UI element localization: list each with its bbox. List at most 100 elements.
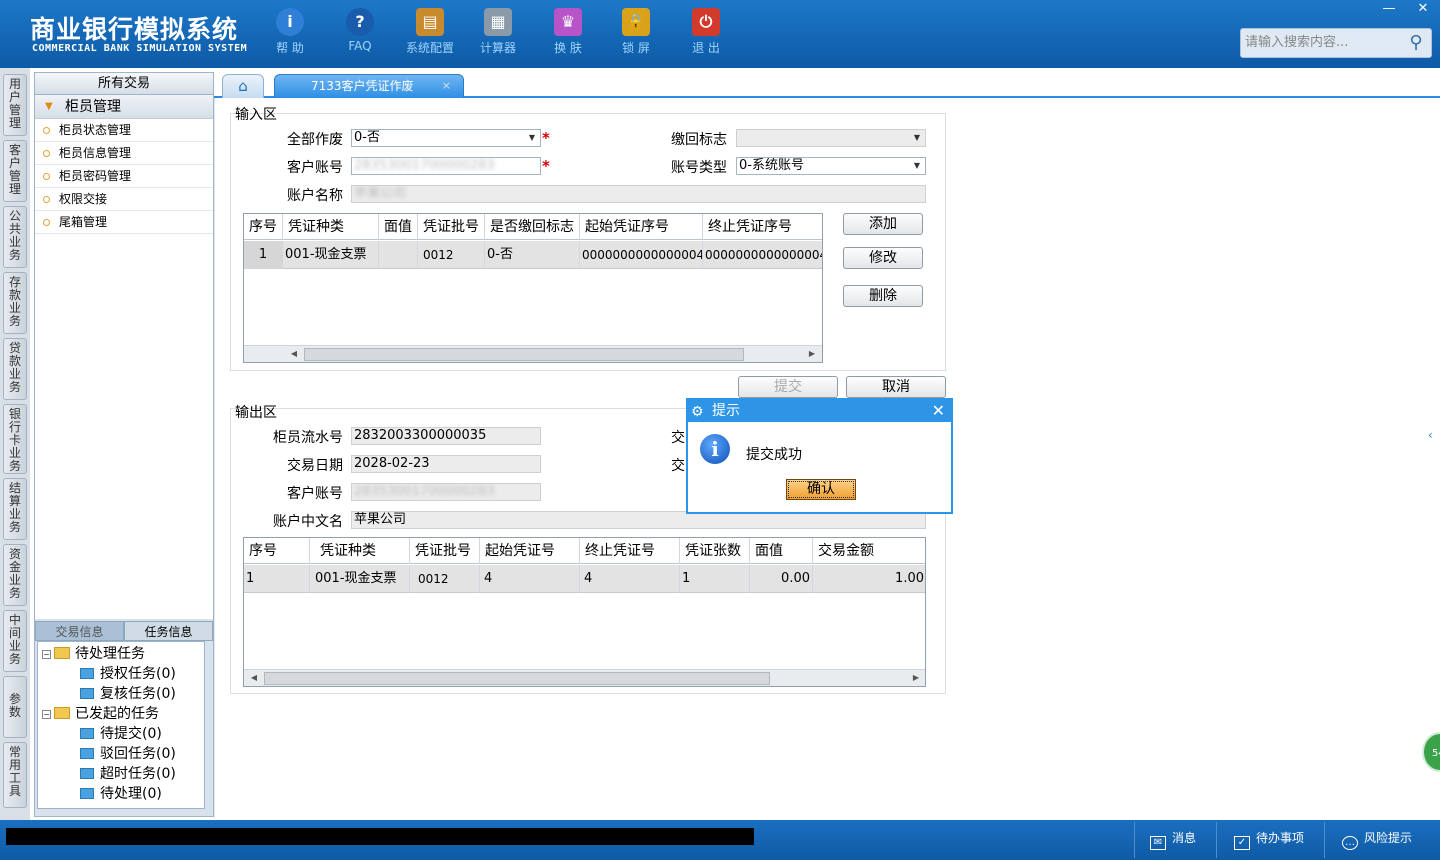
table-row[interactable]: 1 001-现金支票 0012 4 4 1 0.00 1.00 xyxy=(244,565,925,593)
modify-button[interactable]: 修改 xyxy=(843,247,923,269)
collapse-icon[interactable]: − xyxy=(42,650,51,659)
input-area-title: 输入区 xyxy=(235,107,277,123)
vtab-funds[interactable]: 资金业务 xyxy=(3,544,27,606)
vtab-tools[interactable]: 常用工具 xyxy=(3,742,27,808)
lock-screen-button[interactable]: 🔒 锁 屏 xyxy=(606,8,666,56)
add-button[interactable]: 添加 xyxy=(843,213,923,235)
col-header: 序号 xyxy=(244,214,283,240)
table-row[interactable]: 1 001-现金支票 0012 0-否 0000000000000004 000… xyxy=(244,241,822,269)
cancel-button[interactable]: 取消 xyxy=(846,376,946,398)
vtab-deposit[interactable]: 存款业务 xyxy=(3,272,27,334)
tree-node-review[interactable]: 复核任务(0) xyxy=(80,684,176,704)
folder-icon xyxy=(54,707,70,719)
grid-header: 序号 凭证种类 凭证批号 起始凭证号 终止凭证号 凭证张数 面值 交易金额 xyxy=(244,538,925,564)
checkbox-icon: ✓ xyxy=(1234,836,1250,850)
minimize-button[interactable]: — xyxy=(1372,0,1406,18)
menu-item-teller-password[interactable]: 柜员密码管理 xyxy=(35,165,213,188)
col-header: 终止凭证号 xyxy=(580,538,680,564)
vtab-customer-management[interactable]: 客户管理 xyxy=(3,140,27,202)
recover-flag-select[interactable]: ▼ xyxy=(736,129,926,147)
delete-button[interactable]: 删除 xyxy=(843,285,923,307)
cell-batch: 0012 xyxy=(410,565,480,593)
submit-button[interactable]: 提交 xyxy=(738,376,838,398)
cell-voucher-type: 001-现金支票 xyxy=(283,241,379,269)
account-type-select[interactable]: 0-系统账号 ▼ xyxy=(736,157,926,175)
date-label: 交易日期 xyxy=(287,458,343,474)
status-bar: ✉ 消息 ✓ 待办事项 … 风险提示 xyxy=(0,820,1440,860)
cell-recover-flag: 0-否 xyxy=(485,241,580,269)
tree-node-rejected[interactable]: 驳回任务(0) xyxy=(80,744,176,764)
vtab-settlement[interactable]: 结算业务 xyxy=(3,478,27,540)
vtab-loan[interactable]: 贷款业务 xyxy=(3,338,27,400)
all-void-select[interactable]: 0-否 ▼ xyxy=(351,129,541,147)
horizontal-scrollbar[interactable]: ◀ ▶ xyxy=(244,669,925,686)
scroll-left-icon[interactable]: ◀ xyxy=(286,346,302,362)
task-icon xyxy=(80,788,94,799)
tree-node-to-submit[interactable]: 待提交(0) xyxy=(80,724,162,744)
tree-node-auth[interactable]: 授权任务(0) xyxy=(80,664,176,684)
search-input[interactable]: 请输入搜索内容... ⚲ xyxy=(1240,28,1432,58)
dropdown-arrow-icon[interactable]: ▼ xyxy=(909,158,925,174)
tab-task-info[interactable]: 任务信息 xyxy=(124,621,213,641)
account-input[interactable]: 28353001700000283 xyxy=(351,157,541,175)
menu-item-teller-status[interactable]: 柜员状态管理 xyxy=(35,119,213,142)
dropdown-arrow-icon[interactable]: ▼ xyxy=(909,130,925,146)
tree-node-to-process[interactable]: 待处理(0) xyxy=(80,784,162,804)
all-transactions-header[interactable]: 所有交易 xyxy=(35,73,213,95)
folder-icon xyxy=(54,647,70,659)
tree-node-timeout[interactable]: 超时任务(0) xyxy=(80,764,176,784)
scroll-right-icon[interactable]: ▶ xyxy=(804,346,820,362)
top-header: 商业银行模拟系统 COMMERCIAL BANK SIMULATION SYST… xyxy=(0,0,1440,68)
dropdown-arrow-icon[interactable]: ▼ xyxy=(524,130,540,146)
vtab-bank-card[interactable]: 银行卡业务 xyxy=(3,404,27,474)
search-icon[interactable]: ⚲ xyxy=(1405,32,1427,54)
required-mark: * xyxy=(542,157,550,175)
vtab-user-management[interactable]: 用户管理 xyxy=(3,74,27,136)
confirm-button[interactable]: 确认 xyxy=(786,479,856,500)
exit-button[interactable]: ⏻ 退 出 xyxy=(676,8,736,56)
todo-button[interactable]: ✓ 待办事项 xyxy=(1234,828,1304,850)
left-panel: 所有交易 ▼ 柜员管理 柜员状态管理 柜员信息管理 柜员密码管理 权限交接 尾箱… xyxy=(34,72,214,817)
tab-voucher-void[interactable]: 7133客户凭证作废 × xyxy=(274,74,464,98)
scroll-thumb[interactable] xyxy=(304,348,744,361)
col-header: 序号 xyxy=(244,538,310,564)
teller-management-group[interactable]: ▼ 柜员管理 xyxy=(35,95,213,119)
bullet-icon xyxy=(43,150,50,157)
help-button[interactable]: i 帮 助 xyxy=(260,8,320,56)
system-config-button[interactable]: ▤ 系统配置 xyxy=(400,8,460,56)
tab-home[interactable]: ⌂ xyxy=(222,74,264,98)
dialog-close-icon[interactable]: ✕ xyxy=(932,400,945,422)
collapse-right-panel-icon[interactable]: ‹ xyxy=(1428,428,1440,458)
prompt-dialog: ⚙ 提示 ✕ i 提交成功 确认 xyxy=(686,398,953,514)
scroll-thumb[interactable] xyxy=(264,672,770,685)
bullet-icon xyxy=(43,196,50,203)
vtab-parameters[interactable]: 参数 xyxy=(3,676,27,738)
collapse-icon[interactable]: − xyxy=(42,710,51,719)
tree-node-pending[interactable]: − 待处理任务 xyxy=(42,644,145,664)
menu-item-teller-info[interactable]: 柜员信息管理 xyxy=(35,142,213,165)
scroll-right-icon[interactable]: ▶ xyxy=(908,670,924,686)
skin-button[interactable]: ♛ 换 肤 xyxy=(538,8,598,56)
dialog-message: 提交成功 xyxy=(746,447,802,463)
vtab-intermediate[interactable]: 中间业务 xyxy=(3,610,27,672)
tab-transaction-info[interactable]: 交易信息 xyxy=(35,621,124,641)
scroll-left-icon[interactable]: ◀ xyxy=(246,670,262,686)
tree-node-initiated[interactable]: − 已发起的任务 xyxy=(42,704,159,724)
horizontal-scrollbar[interactable]: ◀ ▶ xyxy=(244,345,822,362)
menu-item-tail-box[interactable]: 尾箱管理 xyxy=(35,211,213,234)
faq-button[interactable]: ? FAQ xyxy=(330,8,390,53)
tab-close-icon[interactable]: × xyxy=(442,75,451,97)
cell-amount: 1.00 xyxy=(813,565,925,593)
out-account-field: 28353001700000283 xyxy=(351,483,541,501)
messages-button[interactable]: ✉ 消息 xyxy=(1150,828,1196,850)
recover-flag-label: 缴回标志 xyxy=(671,132,727,148)
vtab-public-business[interactable]: 公共业务 xyxy=(3,206,27,268)
menu-item-permission-handover[interactable]: 权限交接 xyxy=(35,188,213,211)
risk-button[interactable]: … 风险提示 xyxy=(1342,828,1412,850)
date-field: 2028-02-23 xyxy=(351,455,541,473)
calculator-button[interactable]: ▦ 计算器 xyxy=(468,8,528,56)
required-mark: * xyxy=(542,129,550,147)
shirt-icon: ♛ xyxy=(554,8,582,36)
close-window-button[interactable]: ✕ xyxy=(1406,0,1440,18)
task-tree: − 待处理任务 授权任务(0) 复核任务(0) − 已发起的任务 待提交(0) 驳回… xyxy=(37,641,205,809)
